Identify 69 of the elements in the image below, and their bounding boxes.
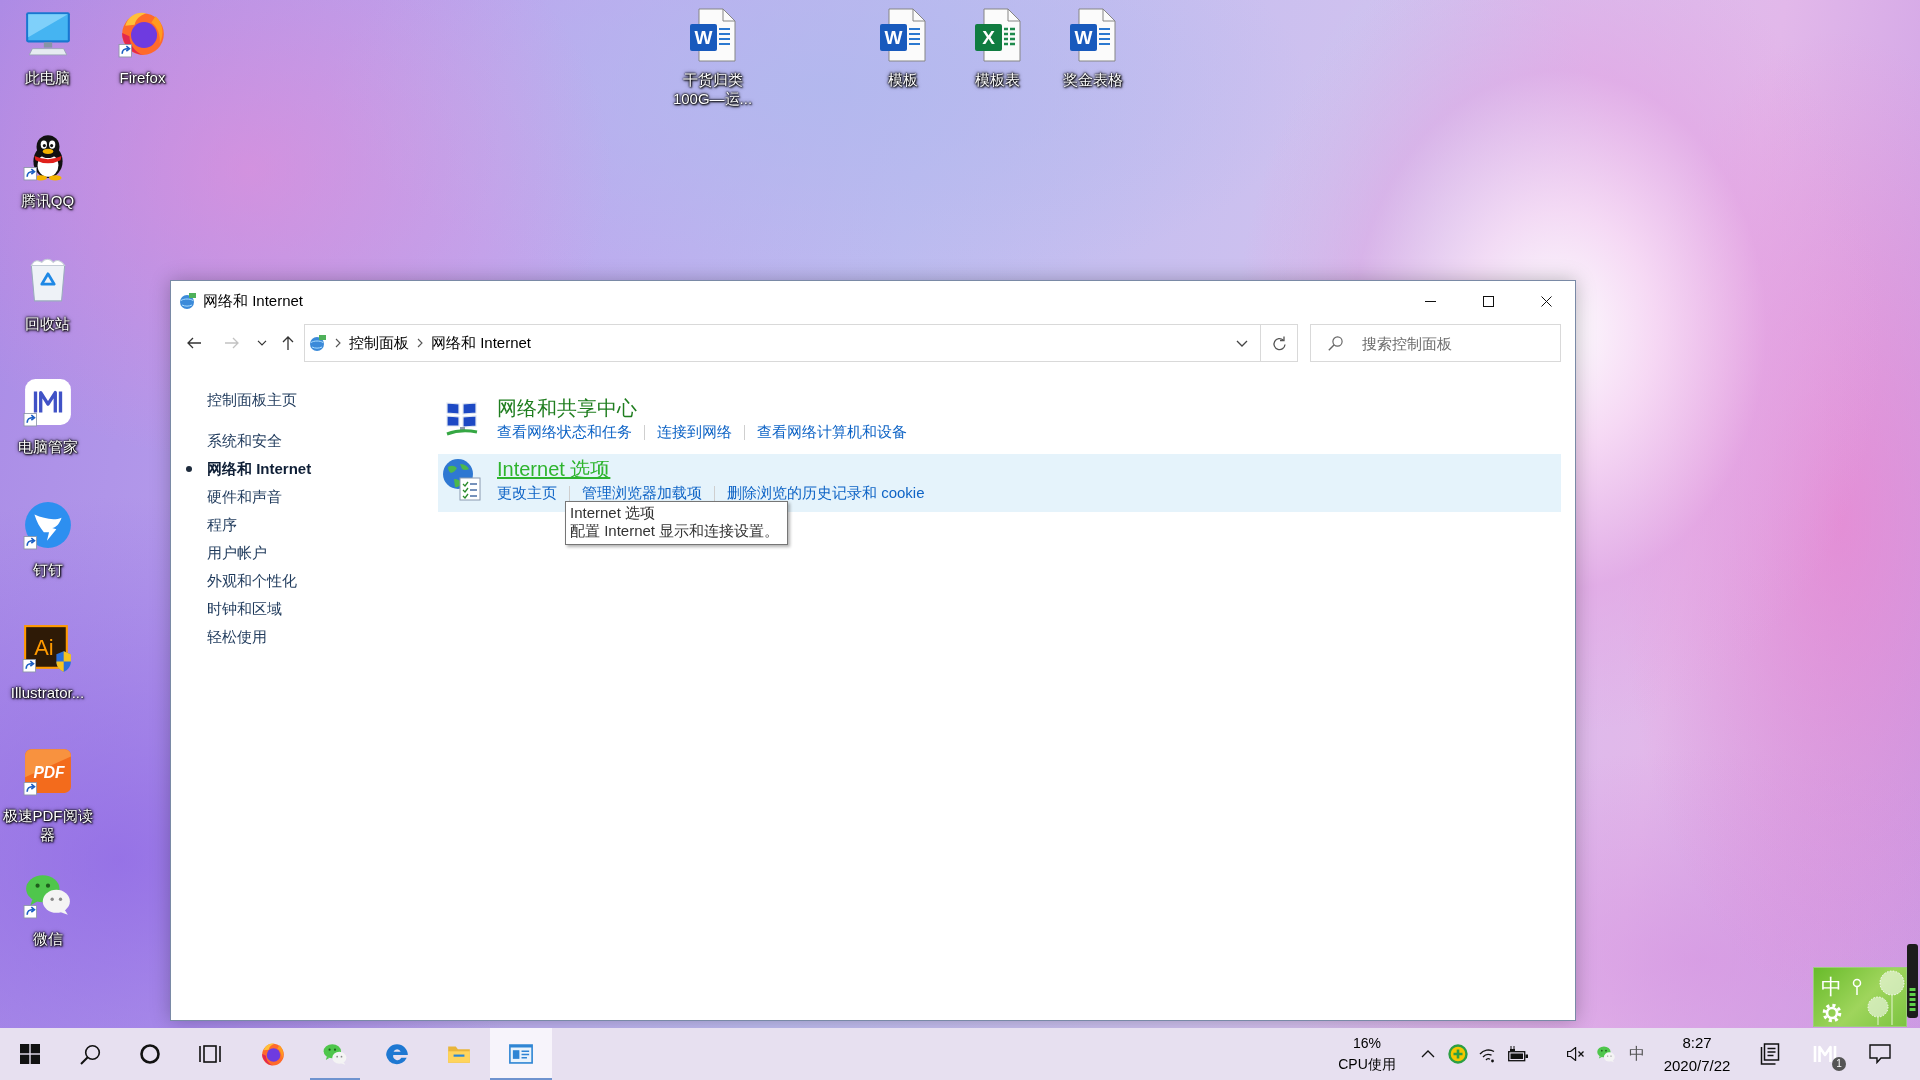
search-icon	[1328, 336, 1343, 351]
clock-time[interactable]: 8:27	[1682, 1031, 1712, 1054]
sidebar-link[interactable]: 控制面板主页	[207, 390, 297, 410]
sidebar-link[interactable]: 时钟和区域	[207, 599, 282, 619]
battery-icon[interactable]	[1507, 1046, 1529, 1062]
chevron-down-icon[interactable]	[1236, 339, 1248, 347]
bullet-icon	[186, 466, 192, 472]
meter-icon	[1907, 944, 1918, 1018]
refresh-button[interactable]	[1260, 324, 1298, 362]
task-link[interactable]: 连接到网络	[657, 422, 732, 442]
back-arrow-icon[interactable]	[186, 335, 202, 351]
control-panel-icon[interactable]	[508, 1041, 534, 1067]
desktop-item[interactable]: W 模板	[878, 8, 927, 89]
m-logo-icon[interactable]	[1813, 1045, 1837, 1063]
sidebar-link[interactable]: 系统和安全	[207, 431, 282, 451]
task-link[interactable]: 查看网络状态和任务	[497, 422, 632, 442]
dandelion-drawing	[1866, 969, 1906, 1025]
tooltip-text: 配置 Internet 显示和连接设置。	[570, 522, 780, 540]
sidebar-link[interactable]: 外观和个性化	[207, 571, 297, 591]
minimize-icon[interactable]	[1424, 300, 1436, 302]
search-icon[interactable]	[79, 1043, 101, 1065]
sidebar-link[interactable]: 硬件和声音	[207, 487, 282, 507]
breadcrumb-link[interactable]: 网络和 Internet	[431, 333, 532, 353]
notifications-icon[interactable]	[1869, 1044, 1891, 1064]
cpu-usage-label: CPU使用	[1338, 1055, 1396, 1074]
windows-logo-icon[interactable]	[20, 1044, 40, 1064]
input-mode-indicator[interactable]: 中	[1629, 1043, 1645, 1065]
window-title: 网络和 Internet	[203, 291, 304, 311]
task-view-icon[interactable]	[199, 1045, 221, 1063]
e-logo-icon[interactable]	[384, 1041, 410, 1067]
wing-icon[interactable]	[22, 500, 73, 550]
chat-bubbles-icon[interactable]	[322, 1041, 348, 1067]
chevron-right-icon[interactable]	[335, 338, 341, 348]
globe-checklist-icon[interactable]	[442, 458, 482, 502]
refresh-icon[interactable]	[1271, 335, 1287, 351]
task-link[interactable]: 删除浏览的历史记录和 cookie	[727, 483, 925, 503]
close-icon[interactable]	[1540, 295, 1552, 307]
desktop-item[interactable]: W 干货归类100G—运...	[666, 8, 759, 108]
chevron-down-icon[interactable]	[257, 340, 267, 346]
sidebar-link[interactable]: 轻松使用	[207, 627, 267, 647]
chevron-right-icon[interactable]	[417, 338, 423, 348]
task-link[interactable]: 更改主页	[497, 483, 557, 503]
search-field[interactable]: 搜索控制面板	[1310, 324, 1561, 362]
desktop-item[interactable]: W 奖金表格	[1062, 8, 1123, 89]
notes-icon[interactable]	[1760, 1043, 1780, 1065]
up-arrow-icon[interactable]	[280, 335, 296, 351]
desktop-item[interactable]: X 模板表	[973, 8, 1022, 89]
category-title-link[interactable]: 网络和共享中心	[497, 395, 637, 421]
network-globe-icon	[179, 292, 197, 310]
cpu-usage-value: 16%	[1353, 1034, 1381, 1053]
maximize-icon[interactable]	[1482, 295, 1494, 307]
sidebar-link[interactable]: 网络和 Internet	[207, 459, 312, 479]
desktop-item[interactable]: Ai Illustrator...	[10, 623, 85, 702]
sidebar-link[interactable]: 用户帐户	[207, 543, 267, 563]
notification-badge: 1	[1832, 1057, 1846, 1071]
task-link[interactable]: 查看网络计算机和设备	[757, 422, 907, 442]
plus-circle-icon[interactable]	[1448, 1044, 1468, 1064]
m-logo-icon[interactable]	[22, 377, 73, 427]
clock-date[interactable]: 2020/7/22	[1663, 1054, 1731, 1077]
network-globe-icon	[309, 334, 327, 352]
task-link[interactable]: 管理浏览器加载项	[582, 483, 702, 503]
network-monitors-icon[interactable]	[444, 401, 480, 437]
ring-icon[interactable]	[140, 1044, 160, 1064]
sidebar-link[interactable]: 程序	[207, 515, 237, 535]
address-bar[interactable]: 控制面板 网络和 Internet	[304, 324, 1261, 362]
speaker-muted-icon[interactable]	[1567, 1047, 1585, 1061]
taskbar-app-button[interactable]	[490, 1028, 552, 1080]
browser-icon[interactable]	[260, 1041, 286, 1067]
breadcrumb-link[interactable]: 控制面板	[349, 333, 409, 353]
